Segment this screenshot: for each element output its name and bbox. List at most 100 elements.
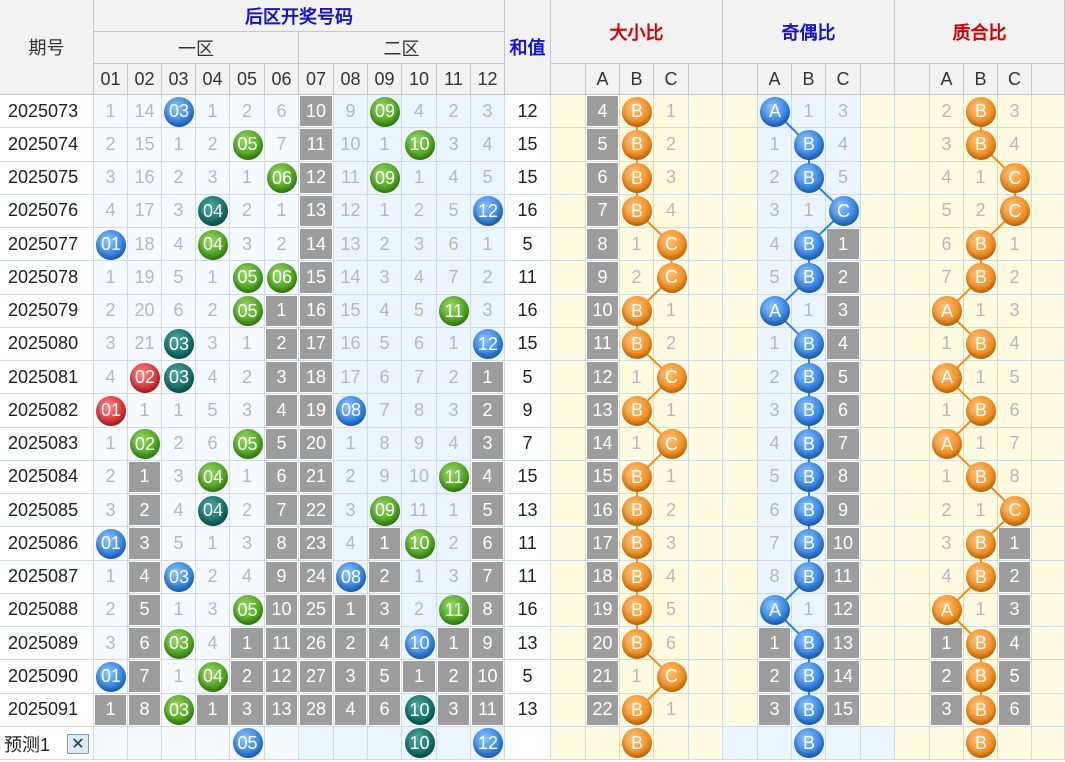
bs-miss-cell: 21 — [586, 660, 620, 694]
pc-pad — [1032, 261, 1065, 295]
ball-03: 03 — [164, 362, 194, 393]
close-predict-button[interactable]: ✕ — [67, 734, 89, 754]
bs-miss-cell: 19 — [586, 593, 620, 627]
miss-cell: 1 — [230, 161, 265, 195]
col-header-02: 02 — [128, 64, 162, 95]
miss-cell: 1 — [196, 527, 230, 561]
oe-pad — [723, 128, 758, 162]
oe-pad — [861, 327, 895, 361]
pc-miss-cell: 1 — [930, 394, 964, 428]
issue-cell: 2025074 — [0, 128, 94, 162]
miss-cell: 1 — [230, 627, 265, 661]
pc-ball-A: A — [932, 362, 962, 393]
miss-cell: 3 — [230, 527, 265, 561]
sum-cell: 5 — [505, 228, 551, 262]
ball-03: 03 — [164, 695, 194, 726]
oe-miss-cell: 1 — [758, 627, 792, 661]
pc-miss-cell: 2 — [930, 660, 964, 694]
miss-cell: 2 — [265, 327, 299, 361]
bs-ball-C: C — [656, 429, 687, 460]
pc-pad — [1032, 128, 1065, 162]
bs-miss-cell: 22 — [586, 693, 620, 727]
miss-cell: 2 — [230, 494, 265, 528]
oe-pad — [723, 593, 758, 627]
bs-pad — [689, 194, 723, 228]
pc-pad — [1032, 627, 1065, 661]
bs-pad — [689, 128, 723, 162]
miss-cell: 1 — [94, 427, 128, 461]
pc-pad — [1032, 361, 1065, 395]
oe-miss-cell: 11 — [826, 560, 861, 594]
pc-pad — [895, 294, 930, 328]
oe-pad — [861, 95, 895, 129]
oe-miss-cell: 13 — [826, 627, 861, 661]
pc-miss-cell: 2 — [964, 194, 998, 228]
pc-miss-cell: 3 — [930, 693, 964, 727]
miss-cell: 10 — [334, 128, 368, 162]
issue-cell: 2025078 — [0, 261, 94, 295]
bs-miss-cell: 12 — [586, 361, 620, 395]
oe-pad — [861, 527, 895, 561]
issue-cell: 2025080 — [0, 327, 94, 361]
pc-pad-left — [895, 64, 930, 95]
oe-pad — [723, 394, 758, 428]
pc-miss-cell: 1 — [998, 228, 1032, 262]
ball-04: 04 — [198, 661, 228, 692]
oe-ball-B: B — [794, 628, 824, 659]
col-header-06: 06 — [265, 64, 299, 95]
miss-cell: 3 — [471, 95, 505, 129]
ball-01: 01 — [96, 661, 126, 692]
miss-cell: 2 — [230, 194, 265, 228]
sum-cell: 16 — [505, 593, 551, 627]
bs-pad — [551, 194, 586, 228]
oe-pad — [723, 527, 758, 561]
back-zone-title: 后区开奖号码 — [94, 0, 505, 32]
issue-cell: 2025073 — [0, 95, 94, 129]
col-header-04: 04 — [196, 64, 230, 95]
miss-cell: 3 — [128, 527, 162, 561]
miss-cell: 7 — [402, 361, 437, 395]
pc-pad — [1032, 527, 1065, 561]
pc-pad-right — [1032, 64, 1065, 95]
miss-cell: 6 — [162, 294, 196, 328]
bs-pad — [689, 494, 723, 528]
miss-cell: 3 — [196, 161, 230, 195]
oe-miss-cell: 10 — [826, 527, 861, 561]
sum-cell: 13 — [505, 494, 551, 528]
miss-cell: 2 — [265, 228, 299, 262]
oe-pad — [723, 161, 758, 195]
miss-cell: 1 — [196, 261, 230, 295]
predict-cell — [334, 726, 368, 760]
miss-cell: 1 — [402, 161, 437, 195]
oe-miss-cell: 1 — [792, 593, 826, 627]
miss-cell: 14 — [334, 261, 368, 295]
predict-label: 预测1 — [4, 735, 51, 755]
issue-cell: 2025082 — [0, 394, 94, 428]
ball-02: 02 — [130, 362, 160, 393]
oe-ball-B: B — [794, 429, 824, 460]
miss-cell: 1 — [402, 660, 437, 694]
bs-ball-C: C — [656, 229, 687, 260]
miss-cell: 4 — [402, 95, 437, 129]
ball-06: 06 — [267, 163, 297, 194]
col-header-08: 08 — [334, 64, 368, 95]
sum-cell: 15 — [505, 161, 551, 195]
oe-pad — [861, 294, 895, 328]
miss-cell: 7 — [471, 560, 505, 594]
oe-pad — [723, 228, 758, 262]
miss-cell: 14 — [128, 95, 162, 129]
miss-cell: 2 — [196, 294, 230, 328]
oe-predict-cell — [758, 726, 792, 760]
miss-cell: 11 — [265, 627, 299, 661]
miss-cell: 20 — [128, 294, 162, 328]
oe-ball-B: B — [794, 495, 824, 526]
bs-pad — [689, 161, 723, 195]
oe-miss-cell: 8 — [758, 560, 792, 594]
miss-cell: 2 — [128, 494, 162, 528]
pc-pad — [895, 261, 930, 295]
pc-pad — [1032, 593, 1065, 627]
bs-miss-cell: 14 — [586, 427, 620, 461]
miss-cell: 3 — [437, 693, 471, 727]
miss-cell: 5 — [368, 327, 402, 361]
miss-cell: 4 — [94, 361, 128, 395]
